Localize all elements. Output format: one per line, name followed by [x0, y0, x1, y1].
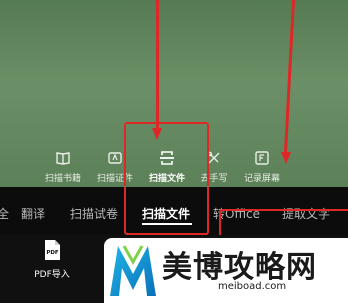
watermark-domain: meiboad.com — [218, 281, 287, 292]
tab-all[interactable]: 全 — [0, 205, 9, 222]
watermark-banner: 美博攻略网 meiboad.com — [104, 238, 348, 303]
mode-label: 记录屏幕 — [243, 174, 280, 184]
pdf-file-icon: PDF — [45, 240, 60, 260]
pdf-import-button[interactable]: PDF PDF导入 — [22, 239, 82, 280]
id-card-icon — [108, 152, 122, 164]
camera-viewfinder: 扫描书籍 扫描证件 扫描文件 去手写 记录屏幕 — [0, 0, 348, 187]
annotation-highlight-box — [124, 187, 209, 235]
record-screen-icon — [255, 151, 269, 165]
mode-record-screen[interactable]: 记录屏幕 — [236, 150, 288, 184]
mode-label: 扫描书籍 — [44, 174, 81, 184]
site-logo — [110, 245, 156, 296]
annotation-highlight-box — [124, 122, 209, 186]
annotation-arrow-line — [284, 0, 295, 152]
tab-translate[interactable]: 翻译 — [21, 205, 45, 222]
pdf-import-label: PDF导入 — [34, 270, 70, 280]
svg-text:PDF: PDF — [46, 250, 59, 256]
book-icon — [56, 152, 70, 165]
annotation-arrow-line — [156, 0, 159, 128]
mode-scan-book[interactable]: 扫描书籍 — [37, 150, 89, 184]
tab-scan-exam[interactable]: 扫描试卷 — [70, 205, 118, 222]
watermark-title: 美博攻略网 — [162, 250, 317, 285]
mode-tabs-bar: 全 翻译 扫描试卷 扫描文件 转Office 提取文字 — [0, 187, 348, 249]
